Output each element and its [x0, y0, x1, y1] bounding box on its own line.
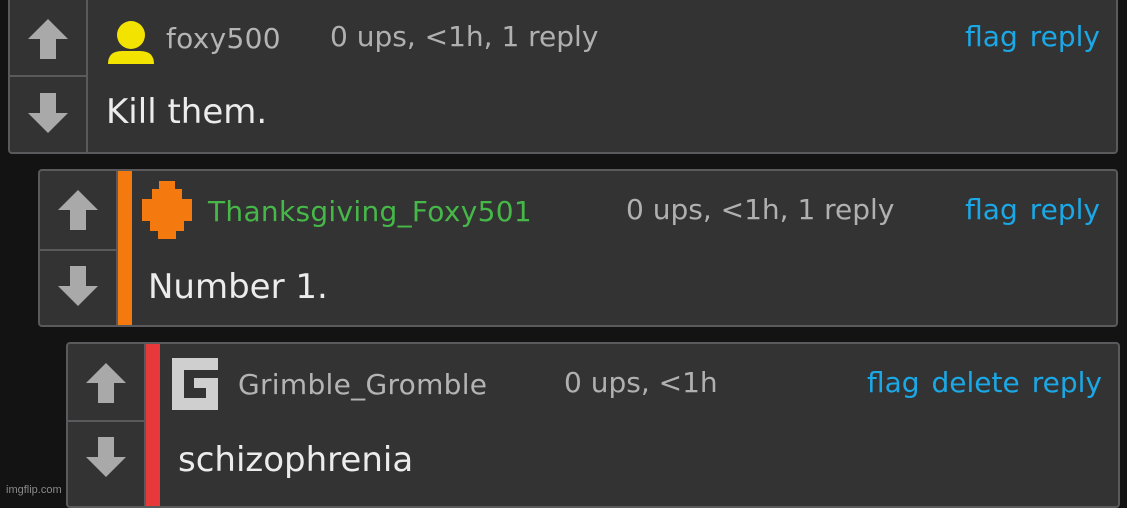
- delete-link[interactable]: delete: [932, 366, 1020, 399]
- flag-link[interactable]: flag: [965, 193, 1018, 226]
- thread-depth-bar: [118, 171, 132, 325]
- avatar[interactable]: [142, 181, 192, 243]
- comment-meta: 0 ups, <1h, 1 reply: [330, 20, 599, 53]
- reply-link[interactable]: reply: [1030, 193, 1100, 226]
- arrow-up-icon: [86, 363, 126, 403]
- arrow-up-icon: [28, 19, 68, 59]
- comment-body: schizophrenia: [178, 440, 414, 480]
- reply-link[interactable]: reply: [1030, 20, 1100, 53]
- comment-card: Grimble_Gromble 0 ups, <1h flag delete r…: [66, 342, 1120, 508]
- vote-divider: [10, 75, 86, 77]
- upvote-button[interactable]: [10, 4, 86, 74]
- comment-actions: flag reply: [965, 20, 1100, 53]
- comment-body: Kill them.: [106, 92, 268, 132]
- comment-body: Number 1.: [148, 267, 328, 307]
- reply-link[interactable]: reply: [1032, 366, 1102, 399]
- vote-column: [40, 171, 118, 325]
- arrow-down-icon: [58, 266, 98, 306]
- avatar[interactable]: [172, 358, 218, 414]
- username[interactable]: Grimble_Gromble: [238, 368, 487, 401]
- person-icon: [108, 21, 154, 64]
- comment-card: foxy500 0 ups, <1h, 1 reply flag reply K…: [8, 0, 1118, 154]
- comment-meta: 0 ups, <1h, 1 reply: [626, 193, 895, 226]
- comment-actions: flag reply: [965, 193, 1100, 226]
- downvote-button[interactable]: [68, 422, 144, 492]
- comment-actions: flag delete reply: [867, 366, 1102, 399]
- vote-column: [10, 0, 88, 152]
- arrow-down-icon: [28, 93, 68, 133]
- downvote-button[interactable]: [10, 78, 86, 148]
- downvote-button[interactable]: [40, 251, 116, 321]
- upvote-button[interactable]: [40, 175, 116, 245]
- username[interactable]: foxy500: [166, 22, 281, 55]
- comment-meta: 0 ups, <1h: [564, 366, 718, 399]
- letter-g-icon: [172, 358, 218, 410]
- arrow-up-icon: [58, 190, 98, 230]
- thread-depth-bar: [146, 344, 160, 506]
- vote-column: [68, 344, 146, 506]
- username[interactable]: Thanksgiving_Foxy501: [208, 195, 532, 228]
- avatar[interactable]: [106, 18, 156, 70]
- flag-link[interactable]: flag: [965, 20, 1018, 53]
- arrow-down-icon: [86, 437, 126, 477]
- imgflip-watermark: imgflip.com: [6, 484, 62, 496]
- upvote-button[interactable]: [68, 348, 144, 418]
- pixel-cross-icon: [142, 181, 192, 239]
- flag-link[interactable]: flag: [867, 366, 920, 399]
- comment-card: Thanksgiving_Foxy501 0 ups, <1h, 1 reply…: [38, 169, 1118, 327]
